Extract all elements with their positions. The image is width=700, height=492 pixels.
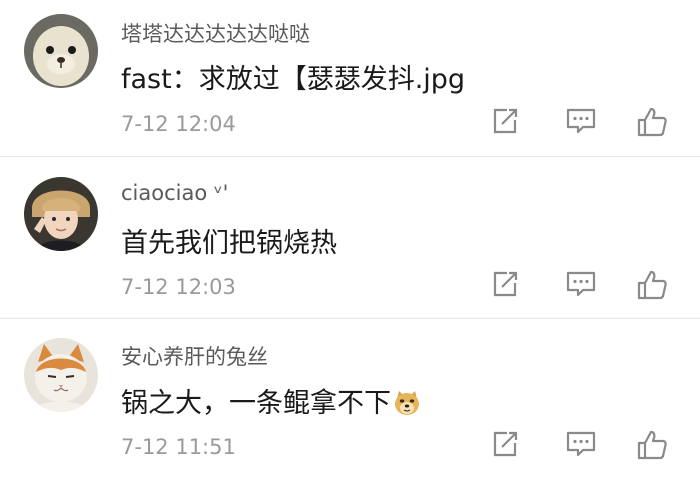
- avatar[interactable]: [24, 338, 98, 412]
- comment-actions: [490, 106, 680, 140]
- share-icon: [493, 431, 518, 457]
- share-button[interactable]: [490, 429, 524, 463]
- like-icon: [637, 107, 667, 137]
- like-icon: [637, 430, 667, 460]
- share-icon: [493, 271, 518, 297]
- comment-text: fast：求放过【瑟瑟发抖.jpg: [121, 64, 466, 95]
- reply-button[interactable]: [565, 269, 599, 303]
- comment-item: 塔塔达达达达达哒哒 fast：求放过【瑟瑟发抖.jpg 7-12 12:04: [0, 0, 700, 156]
- share-button[interactable]: [490, 106, 524, 140]
- comment-icon: [566, 431, 596, 457]
- comment-actions: [490, 429, 680, 463]
- comment-text-content: 锅之大，一条鲲拿不下: [121, 388, 391, 419]
- avatar[interactable]: [24, 177, 98, 251]
- like-icon: [637, 270, 667, 300]
- like-button[interactable]: [636, 269, 670, 303]
- timestamp: 7-12 12:04: [121, 112, 236, 136]
- person-avatar-icon: [24, 177, 98, 251]
- comment-icon: [566, 271, 596, 297]
- avatar[interactable]: [24, 14, 98, 88]
- doge-emoji-icon: [393, 389, 421, 424]
- reply-button[interactable]: [565, 429, 599, 463]
- comment-text: 锅之大，一条鲲拿不下: [121, 381, 421, 424]
- seal-avatar-icon: [24, 14, 98, 88]
- like-button[interactable]: [636, 429, 670, 463]
- username[interactable]: ciaociao ᵛ': [121, 181, 228, 205]
- reply-button[interactable]: [565, 106, 599, 140]
- comment-actions: [490, 269, 680, 303]
- cat-avatar-icon: [24, 338, 98, 412]
- share-button[interactable]: [490, 269, 524, 303]
- like-button[interactable]: [636, 106, 670, 140]
- comment-icon: [566, 108, 596, 134]
- comment-list: 塔塔达达达达达哒哒 fast：求放过【瑟瑟发抖.jpg 7-12 12:04 c…: [0, 0, 700, 492]
- comment-item: 安心养肝的兔丝 锅之大，一条鲲拿不下 7-12 11:51: [0, 318, 700, 492]
- share-icon: [493, 108, 518, 134]
- comment-item: ciaociao ᵛ' 首先我们把锅烧热 7-12 12:03: [0, 156, 700, 318]
- timestamp: 7-12 12:03: [121, 275, 236, 299]
- username[interactable]: 塔塔达达达达达哒哒: [121, 18, 310, 48]
- username[interactable]: 安心养肝的兔丝: [121, 341, 268, 371]
- timestamp: 7-12 11:51: [121, 435, 236, 459]
- comment-text: 首先我们把锅烧热: [121, 228, 337, 259]
